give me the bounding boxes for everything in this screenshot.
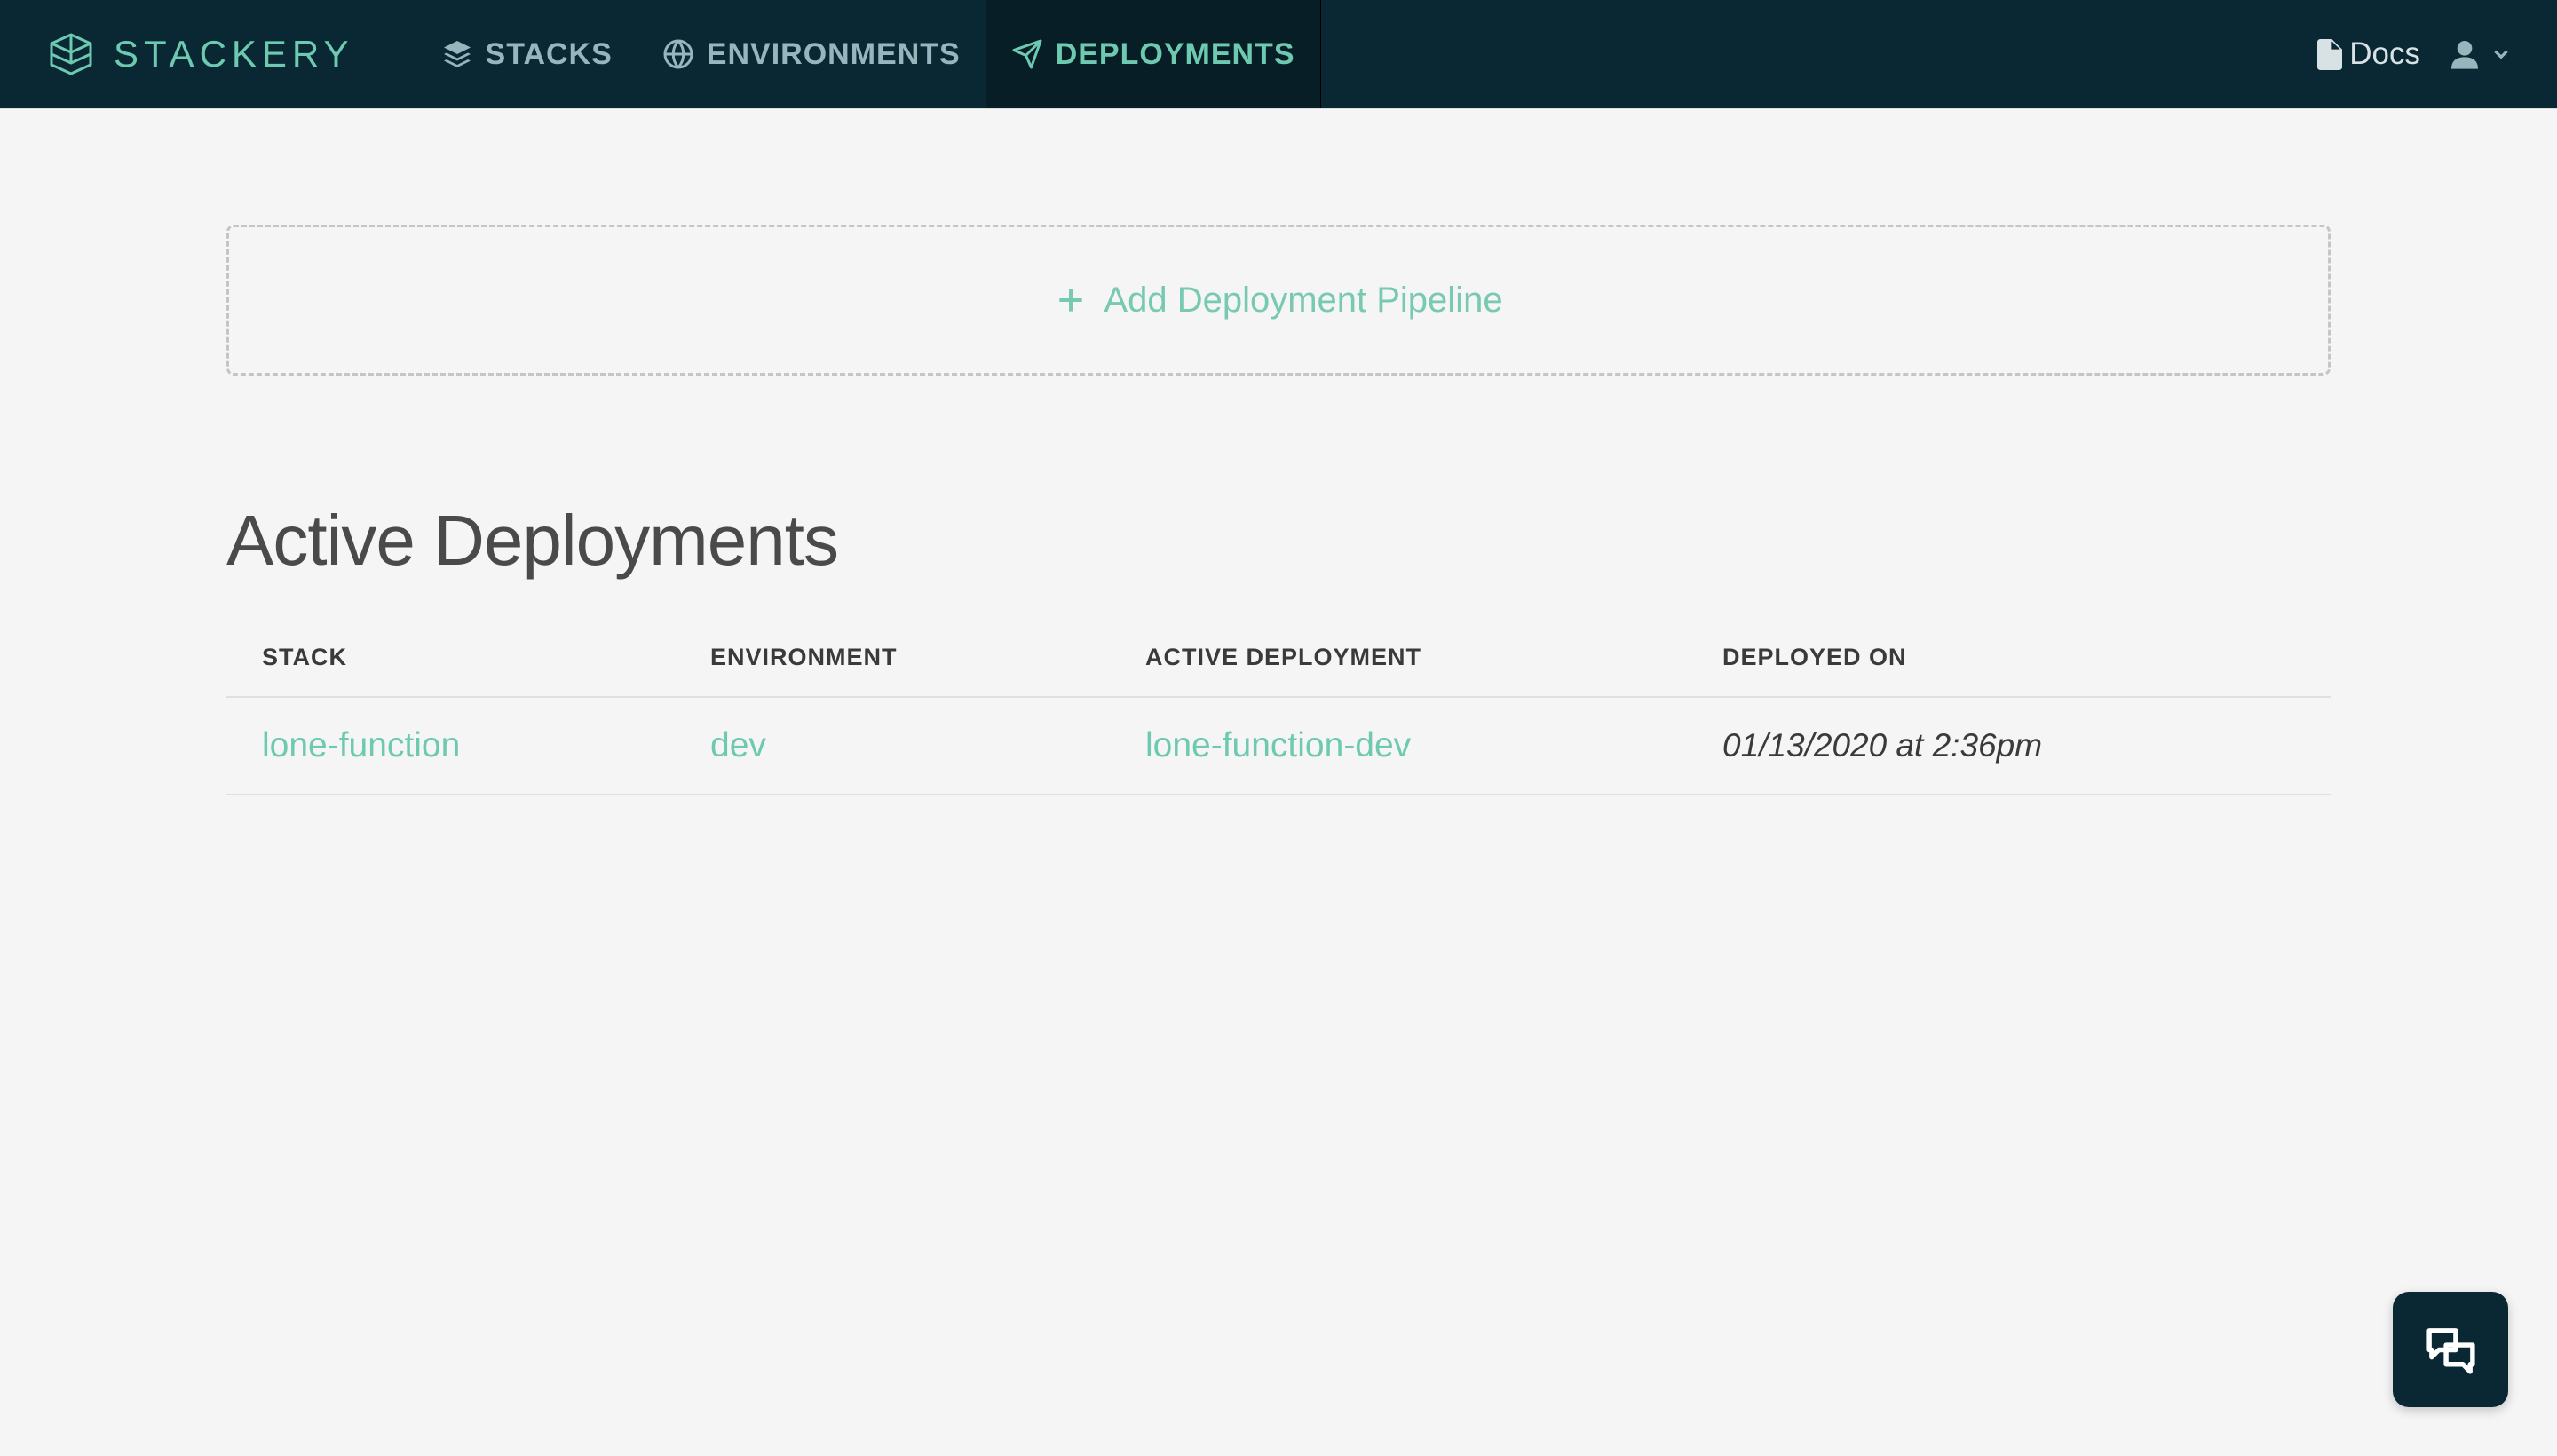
add-pipeline-label: Add Deployment Pipeline	[1104, 281, 1502, 320]
nav-item-label: STACKS	[486, 37, 613, 72]
user-icon	[2447, 36, 2482, 72]
user-menu[interactable]	[2447, 36, 2513, 72]
add-deployment-pipeline-button[interactable]: Add Deployment Pipeline	[226, 225, 2331, 376]
chat-button[interactable]	[2393, 1292, 2508, 1407]
docs-label: Docs	[2349, 36, 2420, 72]
nav-item-label: DEPLOYMENTS	[1056, 37, 1295, 72]
paper-plane-icon	[1011, 38, 1043, 70]
deployed-on-text: 01/13/2020 at 2:36pm	[1722, 727, 2295, 764]
chevron-down-icon	[2490, 43, 2513, 66]
document-icon	[2317, 39, 2342, 69]
layers-icon	[441, 38, 473, 70]
header-right: Docs	[2317, 36, 2513, 72]
chat-icon	[2422, 1321, 2480, 1379]
th-environment: ENVIRONMENT	[710, 644, 1145, 671]
active-deployment-link[interactable]: lone-function-dev	[1145, 726, 1722, 765]
stackery-logo-icon	[44, 28, 98, 81]
th-active-deployment: ACTIVE DEPLOYMENT	[1145, 644, 1722, 671]
nav-item-label: ENVIRONMENTS	[707, 37, 961, 72]
logo[interactable]: STACKERY	[44, 28, 354, 81]
docs-link[interactable]: Docs	[2317, 36, 2420, 72]
th-stack: STACK	[262, 644, 710, 671]
environment-link[interactable]: dev	[710, 726, 1145, 765]
deployments-table: STACK ENVIRONMENT ACTIVE DEPLOYMENT DEPL…	[226, 644, 2331, 795]
nav-stacks[interactable]: STACKS	[416, 0, 637, 108]
logo-text: STACKERY	[114, 33, 354, 75]
page-content: Add Deployment Pipeline Active Deploymen…	[226, 109, 2331, 795]
main-nav: STACKS ENVIRONMENTS DEPLOYMENTS	[416, 0, 1321, 108]
page-title: Active Deployments	[226, 500, 2331, 582]
app-header: STACKERY STACKS ENVIRONMENTS	[0, 0, 2557, 109]
stack-link[interactable]: lone-function	[262, 726, 710, 765]
globe-icon	[662, 38, 694, 70]
th-deployed-on: DEPLOYED ON	[1722, 644, 2295, 671]
nav-environments[interactable]: ENVIRONMENTS	[637, 0, 986, 108]
nav-deployments[interactable]: DEPLOYMENTS	[986, 0, 1321, 108]
plus-icon	[1054, 283, 1088, 317]
table-row: lone-function dev lone-function-dev 01/1…	[226, 698, 2331, 795]
table-header-row: STACK ENVIRONMENT ACTIVE DEPLOYMENT DEPL…	[226, 644, 2331, 698]
